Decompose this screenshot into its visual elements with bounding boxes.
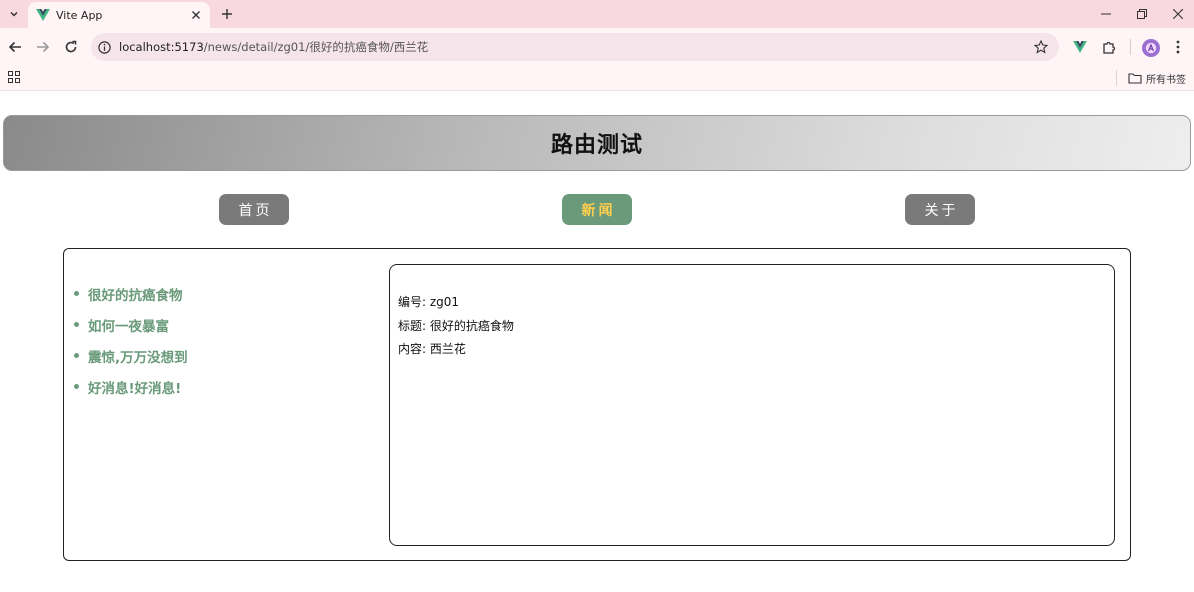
app-header: 路由测试 [3,115,1191,171]
url-host: localhost:5173 [119,40,204,54]
profile-icon [1145,42,1157,54]
tab-search-button[interactable] [3,3,25,25]
new-tab-button[interactable] [217,4,237,24]
all-bookmarks-label: 所有书签 [1146,74,1186,86]
news-list-item: 如何一夜暴富 [74,309,188,340]
toolbar-divider [1130,39,1131,55]
url-path: /news/detail/zg01/很好的抗癌食物/西兰花 [203,40,429,54]
extensions-button[interactable] [1097,35,1121,59]
extensions-icon [1102,41,1115,54]
vue-logo-icon [36,9,50,21]
news-link[interactable]: 好消息!好消息! [88,377,181,397]
news-link[interactable]: 震惊,万万没想到 [88,346,188,366]
minimize-button[interactable] [1088,0,1124,28]
all-bookmarks-folder[interactable]: 所有书签 [1128,69,1186,87]
news-detail-panel: 编号: zg01 标题: 很好的抗癌食物 内容: 西兰花 [389,264,1115,546]
reload-icon [65,40,77,53]
bookmarks-divider [1116,70,1117,86]
bullet-icon [74,353,79,358]
close-icon [1173,9,1183,19]
detail-id: 编号: zg01 [398,295,460,309]
close-tab-icon[interactable] [188,7,204,23]
news-container: 很好的抗癌食物 如何一夜暴富 震惊,万万没想到 好消息!好消息! 编号: zg0… [63,248,1131,561]
star-icon[interactable] [1034,40,1048,54]
news-list: 很好的抗癌食物 如何一夜暴富 震惊,万万没想到 好消息!好消息! [74,278,188,402]
nav-home-link[interactable]: 首页 [219,194,289,225]
reload-button[interactable] [59,35,83,59]
apps-grid-icon[interactable] [8,71,20,83]
kebab-menu-icon [1176,40,1180,54]
bullet-icon [74,322,79,327]
back-button[interactable] [3,35,27,59]
tab-title: Vite App [56,8,103,22]
bullet-icon [74,384,79,389]
news-link[interactable]: 很好的抗癌食物 [88,284,183,304]
close-window-button[interactable] [1160,0,1194,28]
active-tab[interactable]: Vite App [28,2,210,28]
site-info-icon[interactable] [98,40,111,54]
news-list-item: 震惊,万万没想到 [74,340,188,371]
page-viewport: 路由测试 首页 新闻 关于 很好的抗癌食物 如何一夜暴富 震惊,万万没想到 好消… [0,92,1194,592]
detail-title: 标题: 很好的抗癌食物 [398,318,514,333]
forward-arrow-icon [37,41,50,53]
browser-toolbar: localhost:5173/news/detail/zg01/很好的抗癌食物/… [0,28,1194,66]
profile-avatar[interactable] [1142,39,1160,57]
minimize-icon [1101,13,1111,15]
bookmarks-bar: 所有书签 [0,66,1194,91]
bullet-icon [74,291,79,296]
chevron-down-icon [10,11,18,17]
vue-devtools-button[interactable] [1068,35,1092,59]
detail-content: 内容: 西兰花 [398,342,466,356]
browser-menu-button[interactable] [1166,35,1190,59]
plus-icon [222,9,232,19]
forward-button[interactable] [31,35,55,59]
tab-strip: Vite App [0,0,1194,28]
news-list-item: 好消息!好消息! [74,371,188,402]
page-title: 路由测试 [550,133,643,158]
folder-icon [1128,73,1142,84]
restore-icon [1137,9,1147,19]
vue-devtools-icon [1073,41,1087,53]
address-bar[interactable]: localhost:5173/news/detail/zg01/很好的抗癌食物/… [91,33,1059,61]
url-text: localhost:5173/news/detail/zg01/很好的抗癌食物/… [119,39,428,55]
nav-about-link[interactable]: 关于 [905,194,975,225]
restore-button[interactable] [1124,0,1160,28]
news-detail: 编号: zg01 标题: 很好的抗癌食物 内容: 西兰花 [398,291,514,362]
nav-news-link[interactable]: 新闻 [562,194,632,225]
news-link[interactable]: 如何一夜暴富 [88,315,169,335]
back-arrow-icon [8,41,21,53]
news-list-item: 很好的抗癌食物 [74,278,188,309]
